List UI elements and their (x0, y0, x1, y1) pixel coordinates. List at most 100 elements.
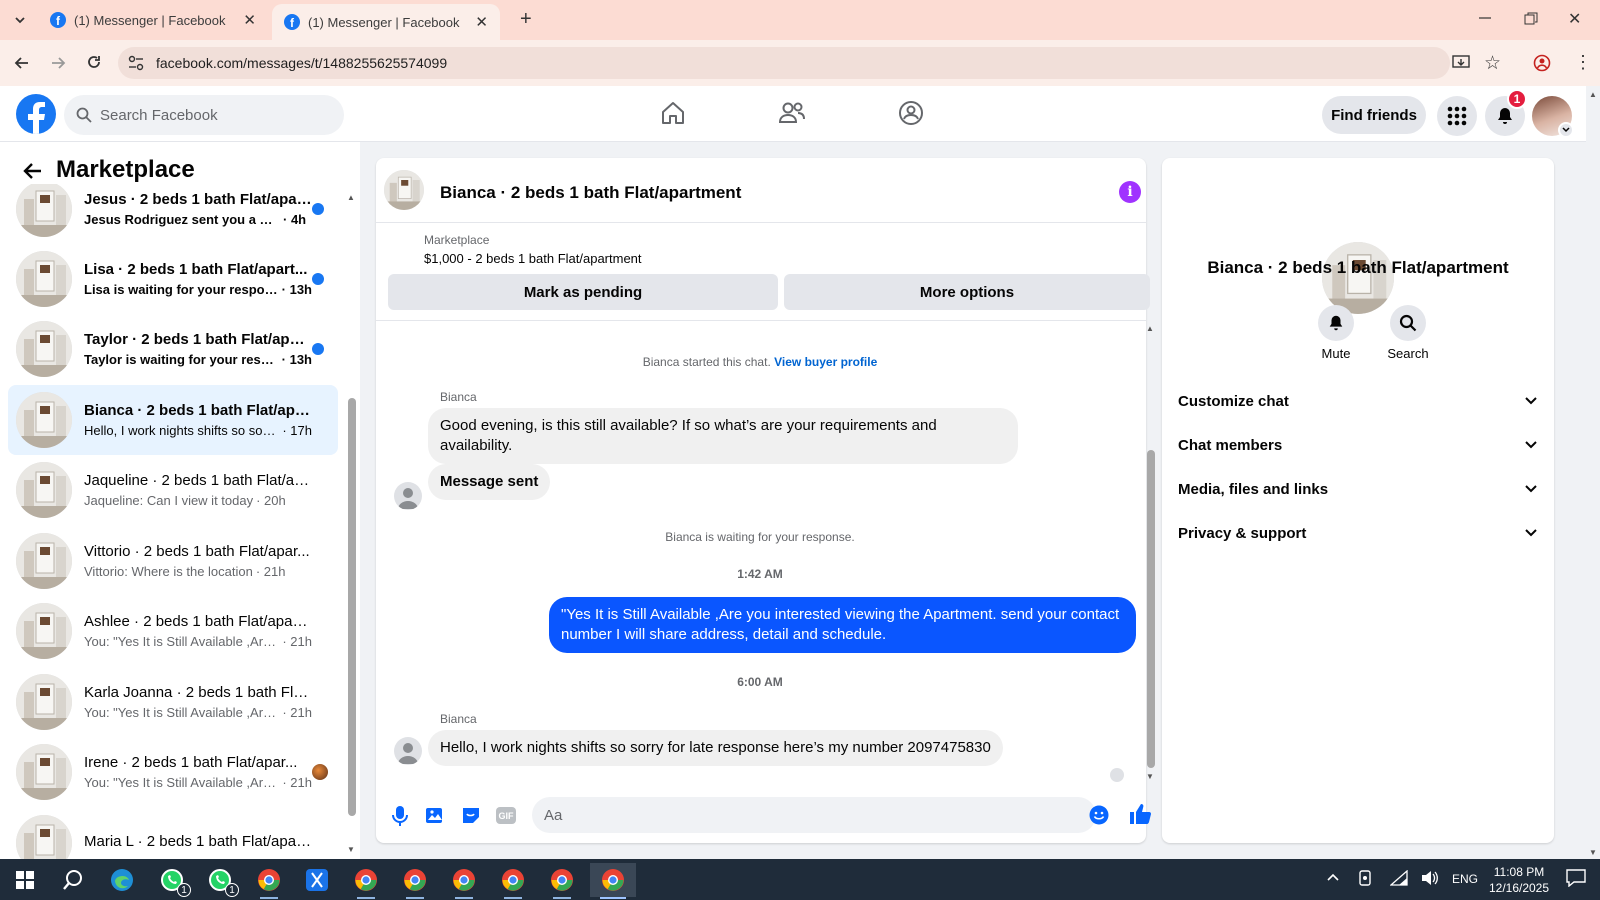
section-chat-members[interactable]: Chat members (1178, 425, 1538, 465)
section-customize-chat[interactable]: Customize chat (1178, 381, 1538, 421)
browser-tab-active[interactable]: f (1) Messenger | Facebook ✕ (272, 4, 500, 40)
profile-icon[interactable] (1533, 54, 1551, 72)
section-media-files-links[interactable]: Media, files and links (1178, 469, 1538, 509)
message-input[interactable]: Aa (532, 797, 1096, 833)
search-input[interactable]: Search Facebook (64, 95, 344, 135)
emoji-button[interactable] (1089, 805, 1109, 825)
search-icon (76, 107, 92, 123)
close-icon[interactable]: ✕ (243, 11, 256, 29)
gif-button[interactable]: GIF (496, 807, 516, 824)
read-receipt-avatar (1110, 768, 1124, 782)
chrome-profile-taskbar-icon[interactable] (545, 863, 579, 899)
page-scroll-up-icon[interactable]: ▲ (1589, 90, 1597, 99)
sidebar-scroll-down-icon[interactable]: ▼ (347, 845, 355, 854)
chrome-profile-taskbar-icon[interactable] (398, 863, 432, 899)
show-hidden-icons-button[interactable] (1326, 872, 1340, 882)
like-button[interactable] (1128, 802, 1152, 826)
taskbar-search-button[interactable] (56, 863, 90, 897)
mark-as-pending-button[interactable]: Mark as pending (388, 274, 778, 310)
conversation-item[interactable]: Irene · 2 beds 1 bath Flat/apar... You: "… (8, 737, 338, 807)
chat-scroll-down-icon[interactable]: ▼ (1146, 772, 1154, 781)
tab-search-button[interactable] (10, 10, 30, 30)
wifi-icon[interactable] (1390, 870, 1408, 886)
chrome-active-taskbar-icon[interactable] (590, 863, 636, 899)
chrome-profile-taskbar-icon[interactable] (349, 863, 383, 899)
sidebar-scrollbar-thumb[interactable] (348, 398, 356, 816)
message-incoming[interactable]: Message sent (428, 464, 551, 500)
message-incoming[interactable]: Hello, I work nights shifts so sorry for… (428, 730, 1003, 766)
facebook-logo[interactable] (16, 94, 56, 134)
conversation-title: Jaqueline · 2 beds 1 bath Flat/ap... (84, 472, 312, 489)
view-buyer-profile-link[interactable]: View buyer profile (774, 355, 877, 369)
bookmark-star-icon[interactable]: ☆ (1484, 52, 1501, 75)
conversation-title: Vittorio · 2 beds 1 bath Flat/apar... (84, 543, 310, 560)
conversation-item[interactable]: Bianca · 2 beds 1 bath Flat/apart... Hell… (8, 385, 338, 455)
page-scroll-down-icon[interactable]: ▼ (1589, 848, 1597, 857)
conversation-item[interactable]: Taylor · 2 beds 1 bath Flat/apar... Taylo… (8, 314, 338, 384)
edge-taskbar-icon[interactable] (105, 863, 139, 897)
notifications-center-icon[interactable] (1566, 869, 1586, 887)
reload-button[interactable] (84, 53, 104, 73)
back-arrow-icon[interactable] (22, 160, 44, 182)
site-info-icon[interactable] (128, 55, 144, 71)
sticker-button[interactable] (461, 805, 481, 825)
details-avatar[interactable] (1322, 242, 1394, 314)
sender-avatar[interactable] (394, 737, 422, 765)
restore-button[interactable] (1524, 12, 1538, 26)
snipping-tool-taskbar-icon[interactable] (300, 863, 334, 897)
nav-groups[interactable] (898, 100, 924, 126)
chat-scroll-up-icon[interactable]: ▲ (1146, 324, 1154, 333)
input-language[interactable]: ENG (1452, 872, 1478, 886)
taskbar-clock[interactable]: 11:08 PM 12/16/2025 (1484, 864, 1554, 896)
conversation-item[interactable]: Jesus · 2 beds 1 bath Flat/apart... Jesus… (8, 184, 338, 244)
chrome-profile-taskbar-icon[interactable] (447, 863, 481, 899)
address-bar[interactable]: facebook.com/messages/t/1488255625574099 (118, 47, 1450, 79)
conversation-item[interactable]: Vittorio · 2 beds 1 bath Flat/apar... Vit… (8, 526, 338, 596)
install-app-icon[interactable] (1452, 54, 1470, 72)
close-icon[interactable]: ✕ (475, 13, 488, 31)
sidebar-scroll-up-icon[interactable]: ▲ (347, 193, 355, 202)
nav-friends[interactable] (778, 100, 806, 126)
new-tab-button[interactable]: + (520, 8, 532, 31)
conversation-item[interactable]: Maria L · 2 beds 1 bath Flat/apar... (8, 808, 338, 859)
sender-avatar[interactable] (394, 482, 422, 510)
message-incoming[interactable]: Good evening, is this still available? I… (428, 408, 1018, 464)
mute-button[interactable] (1318, 305, 1354, 341)
chat-scrollbar-thumb[interactable] (1147, 450, 1155, 768)
attach-photo-button[interactable] (425, 805, 445, 825)
forward-button[interactable] (48, 53, 68, 73)
volume-icon[interactable] (1421, 870, 1439, 886)
search-in-chat-button[interactable] (1390, 305, 1426, 341)
browser-menu-icon[interactable]: ⋮ (1574, 53, 1592, 71)
listing-thumbnail (16, 815, 72, 859)
photo-icon (426, 808, 442, 823)
conversation-item[interactable]: Jaqueline · 2 beds 1 bath Flat/ap... Jaqu… (8, 455, 338, 525)
chat-title[interactable]: Bianca · 2 beds 1 bath Flat/apartment (440, 183, 741, 203)
nav-home[interactable] (660, 100, 686, 126)
conversation-time: · 21h (282, 634, 312, 649)
listing-detail[interactable]: $1,000 - 2 beds 1 bath Flat/apartment (424, 251, 642, 266)
browser-tab[interactable]: f (1) Messenger | Facebook ✕ (38, 0, 268, 40)
whatsapp-taskbar-icon[interactable]: 1 (203, 863, 239, 897)
meet-now-icon[interactable] (1358, 870, 1374, 886)
find-friends-button[interactable]: Find friends (1322, 96, 1426, 134)
start-button[interactable] (8, 863, 42, 897)
conversation-item[interactable]: Lisa · 2 beds 1 bath Flat/apart... Lisa i… (8, 244, 338, 314)
more-options-button[interactable]: More options (784, 274, 1150, 310)
chat-header-avatar[interactable] (384, 170, 424, 210)
chrome-profile-taskbar-icon[interactable] (496, 863, 530, 899)
minimize-button[interactable] (1478, 10, 1492, 24)
back-button[interactable] (12, 53, 32, 73)
conversation-item[interactable]: Ashlee · 2 beds 1 bath Flat/apart... You:… (8, 596, 338, 666)
conversation-item[interactable]: Karla Joanna · 2 beds 1 bath Flat... You:… (8, 667, 338, 737)
chrome-taskbar-icon[interactable] (252, 863, 286, 899)
info-icon[interactable]: i (1119, 181, 1141, 203)
voice-clip-button[interactable] (390, 805, 410, 827)
chrome-icon (258, 869, 280, 891)
whatsapp-taskbar-icon[interactable]: 1 (155, 863, 191, 897)
section-privacy-support[interactable]: Privacy & support (1178, 513, 1538, 553)
menu-button[interactable] (1437, 96, 1477, 136)
message-outgoing[interactable]: "Yes It is Still Available ,Are you inte… (549, 597, 1136, 653)
account-chevron-icon[interactable] (1558, 122, 1574, 138)
close-window-button[interactable]: ✕ (1568, 9, 1581, 29)
